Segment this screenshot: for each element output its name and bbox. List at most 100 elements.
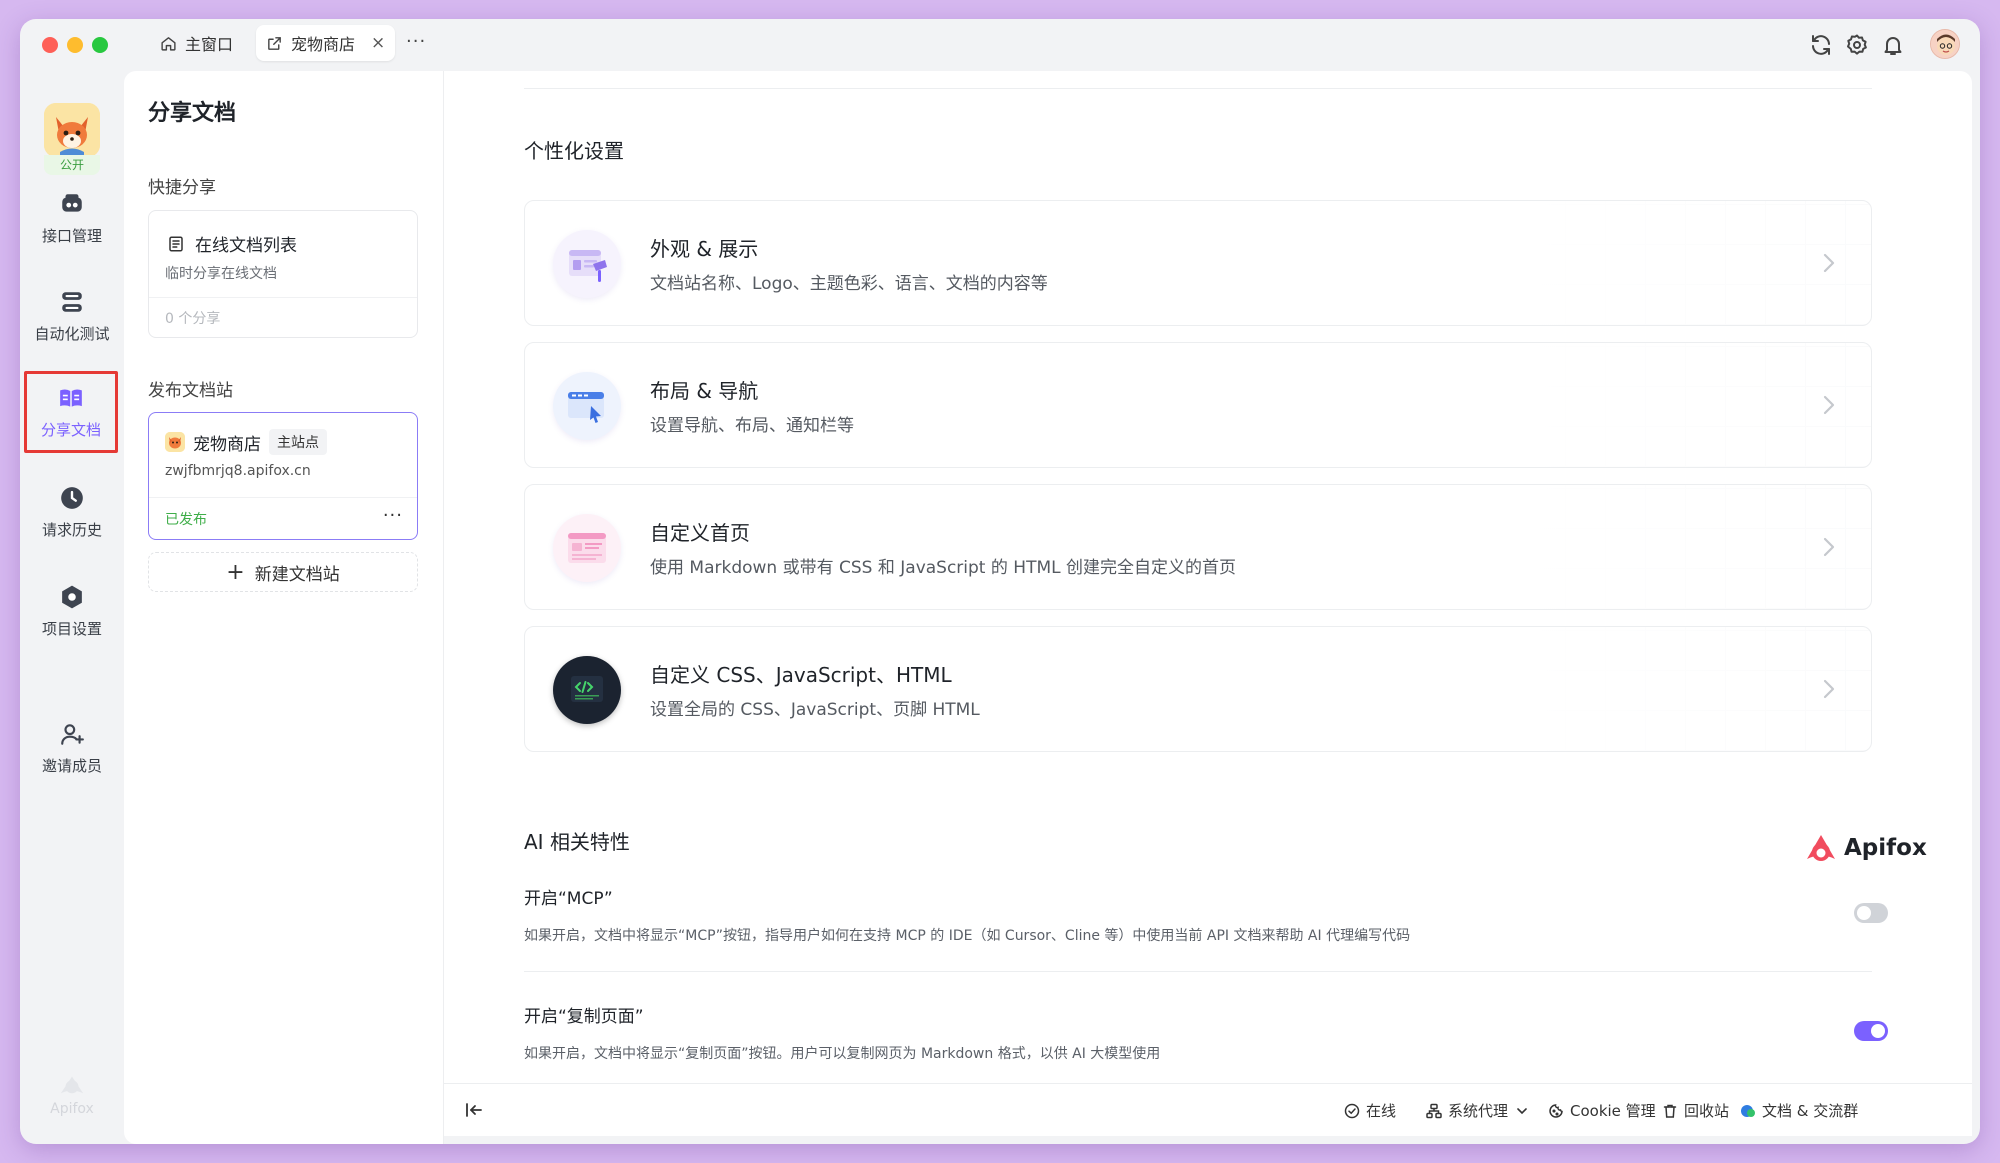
divider: [524, 971, 1872, 972]
main-site-tag: 主站点: [269, 429, 327, 455]
toggle-knob: [1857, 906, 1871, 920]
share-docs-panel: 分享文档 快捷分享 在线文档列表 临时分享在线文档 0 个分享 发布文档站 宠物…: [124, 71, 444, 1144]
panel-title: 分享文档: [148, 101, 237, 126]
divider: [149, 297, 417, 298]
sidebar-item-request-history[interactable]: 请求历史: [28, 485, 116, 540]
feature-desc: 文档站名称、Logo、主题色彩、语言、文档的内容等: [650, 274, 1048, 294]
online-docs-desc: 临时分享在线文档: [165, 266, 277, 282]
gear-icon[interactable]: [1845, 33, 1869, 57]
site-name: 宠物商店: [193, 434, 261, 455]
status-label: 在线: [1366, 1102, 1397, 1120]
chevron-down-icon: [1517, 1107, 1527, 1114]
status-label: 回收站: [1684, 1102, 1730, 1120]
brand-label: Apifox: [1844, 835, 1927, 861]
new-doc-site-button[interactable]: + 新建文档站: [148, 552, 418, 592]
avatar[interactable]: [1930, 29, 1960, 59]
sidebar-item-invite-members[interactable]: 邀请成员: [28, 721, 116, 776]
site-url: zwjfbmrjq8.apifox.cn: [165, 463, 311, 479]
apifox-logo-icon: [1807, 835, 1835, 861]
feature-title: 布局 & 导航: [650, 379, 759, 403]
project-logo[interactable]: [44, 103, 100, 157]
site-logo: [165, 432, 185, 452]
tab-label: 宠物商店: [291, 35, 356, 54]
main-content: 个性化设置 外观 & 展示 文档站名称、Logo、主题色彩、语言、文档的内容等 …: [444, 71, 1972, 1136]
tab-pet-store[interactable]: 宠物商店 ×: [256, 25, 396, 61]
more-tabs-button[interactable]: ···: [406, 31, 426, 52]
sync-icon[interactable]: [1809, 33, 1833, 57]
app-window: 主窗口 宠物商店 × ··· 公开 接口管理 自动化测试 分享文档 请求历史 项…: [20, 19, 1980, 1144]
status-label: Cookie 管理: [1570, 1102, 1656, 1120]
setting-title: 开启“MCP”: [524, 889, 613, 909]
trash-icon: [1663, 1104, 1677, 1118]
cookie-management[interactable]: Cookie 管理: [1548, 1100, 1656, 1121]
setting-desc: 如果开启，文档中将显示“MCP”按钮，指导用户如何在支持 MCP 的 IDE（如…: [524, 928, 1411, 944]
cookie-icon: [1549, 1103, 1563, 1118]
divider: [524, 88, 1872, 89]
chat-bubble-icon: [1741, 1104, 1755, 1117]
invite-member-icon: [61, 724, 84, 745]
divider: [149, 497, 417, 498]
new-site-label: 新建文档站: [254, 564, 340, 585]
sidebar-item-label: 项目设置: [41, 620, 102, 638]
close-window-button[interactable]: [42, 37, 58, 53]
setting-desc: 如果开启，文档中将显示“复制页面”按钮。用户可以复制网页为 Markdown 格…: [524, 1046, 1161, 1062]
feature-title: 外观 & 展示: [650, 237, 759, 261]
check-circle-icon: [1344, 1103, 1360, 1118]
document-list-icon: [169, 236, 183, 251]
tab-label: 主窗口: [185, 35, 234, 54]
chevron-right-icon: [1819, 533, 1839, 561]
left-rail: 公开 接口管理 自动化测试 分享文档 请求历史 项目设置 邀请成员 Apifox: [20, 71, 124, 1144]
share-count: 0 个分享: [165, 311, 221, 327]
sidebar-item-label: 邀请成员: [41, 757, 102, 775]
share-link-icon: [268, 36, 281, 50]
home-icon: [161, 36, 176, 51]
online-docs-title: 在线文档列表: [195, 236, 297, 256]
system-proxy-dropdown[interactable]: 系统代理: [1426, 1100, 1530, 1121]
public-badge: 公开: [44, 155, 100, 175]
feature-card-custom-code[interactable]: 自定义 CSS、JavaScript、HTML 设置全局的 CSS、JavaSc…: [524, 626, 1872, 752]
project-settings-icon: [62, 585, 82, 609]
plus-icon: +: [226, 559, 245, 585]
sidebar-item-automation-test[interactable]: 自动化测试: [28, 289, 116, 344]
ai-features-heading: AI 相关特性: [524, 830, 630, 854]
collapse-sidebar-icon[interactable]: [464, 1100, 484, 1120]
sidebar-item-share-docs[interactable]: 分享文档: [24, 371, 118, 453]
online-docs-card[interactable]: 在线文档列表 临时分享在线文档 0 个分享: [148, 210, 418, 338]
network-icon: [1426, 1103, 1442, 1118]
feature-card-custom-homepage[interactable]: 自定义首页 使用 Markdown 或带有 CSS 和 JavaScript 的…: [524, 484, 1872, 610]
sidebar-item-label: 自动化测试: [34, 325, 110, 343]
toggle-knob: [1871, 1024, 1885, 1038]
code-icon: [553, 656, 621, 724]
status-label: 系统代理: [1448, 1102, 1509, 1120]
site-more-button[interactable]: ···: [383, 505, 403, 526]
apifox-logo-icon: [60, 1076, 84, 1094]
setting-copy-page: 开启“复制页面” 如果开启，文档中将显示“复制页面”按钮。用户可以复制网页为 M…: [524, 1002, 1872, 1063]
feature-title: 自定义首页: [650, 521, 750, 545]
feature-card-layout[interactable]: 布局 & 导航 设置导航、布局、通知栏等: [524, 342, 1872, 468]
online-status[interactable]: 在线: [1344, 1100, 1396, 1121]
sidebar-item-label: 分享文档: [40, 420, 101, 439]
doc-site-card[interactable]: 宠物商店 主站点 zwjfbmrjq8.apifox.cn 已发布 ···: [148, 412, 418, 540]
maximize-window-button[interactable]: [92, 37, 108, 53]
docs-community[interactable]: 文档 & 交流群: [1740, 1100, 1858, 1121]
sidebar-item-project-settings[interactable]: 项目设置: [28, 584, 116, 639]
setting-mcp: 开启“MCP” 如果开启，文档中将显示“MCP”按钮，指导用户如何在支持 MCP…: [524, 884, 1872, 945]
chevron-right-icon: [1819, 391, 1839, 419]
feature-desc: 设置全局的 CSS、JavaScript、页脚 HTML: [650, 700, 980, 720]
status-bar: 在线 系统代理 Cookie 管理 回收站 文档 & 交流群: [444, 1083, 1972, 1136]
copy-page-toggle[interactable]: [1854, 1021, 1888, 1041]
feature-card-appearance[interactable]: 外观 & 展示 文档站名称、Logo、主题色彩、语言、文档的内容等: [524, 200, 1872, 326]
quick-share-label: 快捷分享: [148, 178, 216, 198]
tab-main-window[interactable]: 主窗口: [150, 25, 243, 61]
sidebar-item-api-management[interactable]: 接口管理: [28, 191, 116, 246]
apifox-brand: Apifox: [1804, 833, 1927, 863]
api-management-icon: [62, 194, 82, 212]
recycle-bin[interactable]: 回收站: [1662, 1100, 1729, 1121]
bell-icon[interactable]: [1881, 33, 1905, 57]
mcp-toggle[interactable]: [1854, 903, 1888, 923]
chevron-right-icon: [1819, 675, 1839, 703]
minimize-window-button[interactable]: [67, 37, 83, 53]
status-label: 文档 & 交流群: [1762, 1102, 1859, 1120]
brand-label: Apifox: [50, 1101, 94, 1117]
close-tab-icon[interactable]: ×: [371, 33, 385, 53]
